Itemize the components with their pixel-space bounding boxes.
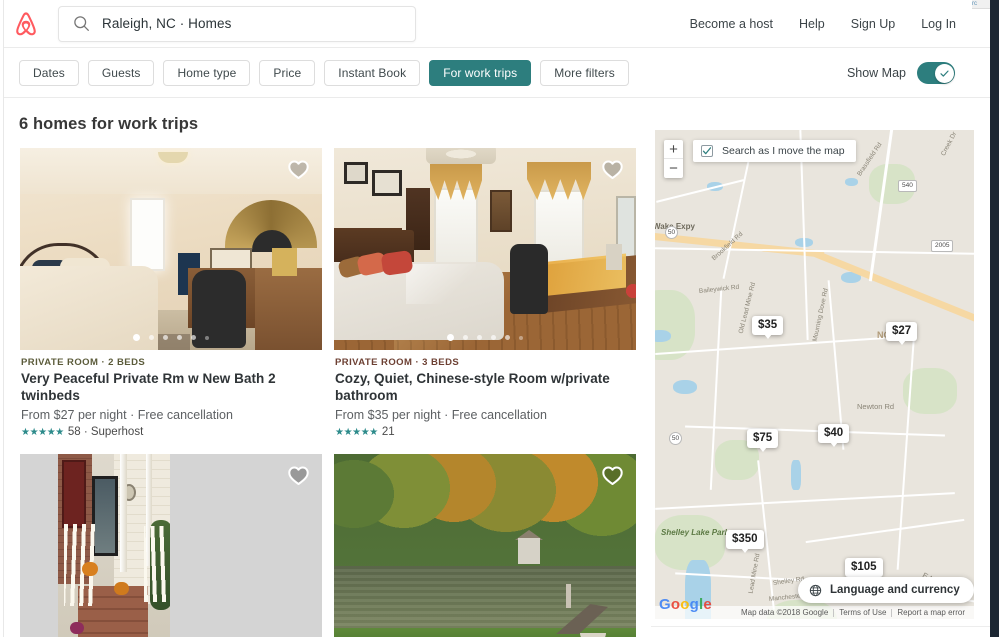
filter-for-work-trips[interactable]: For work trips	[429, 60, 532, 86]
star-rating-icon: ★★★★★	[21, 426, 64, 438]
show-map-toggle[interactable]	[917, 62, 955, 84]
map-price-pin[interactable]: $40	[818, 424, 850, 447]
google-logo: Google	[659, 596, 712, 613]
nav-help[interactable]: Help	[799, 17, 825, 31]
toggle-knob	[934, 63, 954, 83]
listing-card[interactable]: PRIVATE ROOM · 2 BEDS Very Peaceful Priv…	[20, 148, 322, 438]
route-shield: 540	[898, 180, 917, 192]
route-shield: 50	[665, 226, 678, 239]
language-and-currency-button[interactable]: Language and currency	[798, 577, 974, 603]
lake-photo	[334, 454, 636, 637]
search-input[interactable]: Raleigh, NC · Homes	[58, 5, 416, 42]
review-count: 21	[381, 426, 395, 438]
filter-price[interactable]: Price	[259, 60, 316, 86]
search-input-value: Raleigh, NC · Homes	[102, 16, 232, 31]
save-heart-icon[interactable]	[601, 464, 624, 486]
zoom-in-button[interactable]: +	[664, 140, 683, 159]
filter-home-type[interactable]: Home type	[163, 60, 251, 86]
bedroom-photo-2	[334, 148, 636, 350]
listing-card[interactable]	[20, 454, 322, 637]
nav-sign-up[interactable]: Sign Up	[851, 17, 895, 31]
language-and-currency-label: Language and currency	[830, 584, 960, 596]
report-map-error-link[interactable]: Report a map error	[892, 608, 970, 617]
map-price-pin[interactable]: $350	[726, 530, 764, 553]
route-shield: 2005	[931, 240, 954, 252]
map-data-attribution: Map data ©2018 Google	[740, 608, 829, 617]
listing-photo[interactable]	[20, 148, 322, 350]
listing-card[interactable]	[334, 454, 636, 637]
star-rating-icon: ★★★★★	[335, 426, 378, 438]
map-zoom-controls: + −	[664, 140, 683, 178]
map-price-pin[interactable]: $35	[752, 316, 784, 339]
listing-rating: ★★★★★ 58 · Superhost	[21, 426, 320, 438]
listing-details: PRIVATE ROOM · 3 BEDS Cozy, Quiet, Chine…	[334, 350, 636, 438]
photo-carousel-dots[interactable]	[20, 334, 322, 341]
show-map-control: Show Map	[847, 62, 955, 84]
nav-log-in[interactable]: Log In	[921, 17, 956, 31]
header-nav: Become a host Help Sign Up Log In	[690, 17, 956, 31]
listing-grid: PRIVATE ROOM · 2 BEDS Very Peaceful Priv…	[0, 148, 652, 637]
photo-carousel-dots[interactable]	[334, 334, 636, 341]
zoom-out-button[interactable]: −	[664, 159, 683, 178]
filter-instant-book[interactable]: Instant Book	[324, 60, 421, 86]
map-price-pin[interactable]: $105	[845, 558, 883, 581]
airbnb-logo[interactable]	[12, 9, 40, 39]
filter-chips: Dates Guests Home type Price Instant Boo…	[19, 60, 629, 86]
search-as-i-move-label: Search as I move the map	[722, 145, 845, 157]
bedroom-photo-1	[20, 148, 322, 350]
nav-become-a-host[interactable]: Become a host	[690, 17, 773, 31]
listing-details: PRIVATE ROOM · 2 BEDS Very Peaceful Priv…	[20, 350, 322, 438]
save-heart-icon[interactable]	[287, 464, 310, 486]
house-porch-photo	[20, 454, 322, 637]
map-bottom-edge	[651, 626, 990, 637]
filter-more-filters[interactable]: More filters	[540, 60, 629, 86]
right-edge-rail	[990, 0, 999, 637]
browser-edge-chip: rc	[972, 0, 990, 9]
listing-price: From $27 per night · Free cancellation	[21, 408, 233, 422]
listing-kicker: PRIVATE ROOM · 2 BEDS	[21, 357, 146, 368]
search-as-i-move-control[interactable]: Search as I move the map	[693, 140, 856, 162]
listing-price: From $35 per night · Free cancellation	[335, 408, 547, 422]
listings-panel[interactable]: PRIVATE ROOM · 2 BEDS Very Peaceful Priv…	[0, 148, 652, 637]
airbnb-search-page: rc Raleigh, NC · Homes Become a host Hel…	[0, 0, 999, 637]
map-price-pin[interactable]: $75	[747, 429, 779, 452]
listing-kicker: PRIVATE ROOM · 3 BEDS	[335, 357, 460, 368]
review-count: 58 · Superhost	[67, 426, 144, 438]
listing-title[interactable]: Very Peaceful Private Rm w New Bath 2 tw…	[21, 370, 320, 404]
filter-bar: Dates Guests Home type Price Instant Boo…	[0, 49, 990, 98]
page-title: 6 homes for work trips	[19, 114, 199, 133]
results-header: 6 homes for work trips	[0, 99, 648, 149]
route-shield: 50	[669, 432, 682, 445]
terms-of-use-link[interactable]: Terms of Use	[834, 608, 891, 617]
filter-guests[interactable]: Guests	[87, 60, 155, 86]
filter-dates[interactable]: Dates	[19, 60, 79, 86]
listing-photo[interactable]	[334, 148, 636, 350]
save-heart-icon[interactable]	[601, 158, 624, 180]
map-label-park: Shelley Lake Park	[661, 528, 730, 537]
save-heart-icon[interactable]	[287, 158, 310, 180]
listing-photo[interactable]	[334, 454, 636, 637]
map-label: Newton Rd	[857, 402, 895, 411]
listing-card[interactable]: PRIVATE ROOM · 3 BEDS Cozy, Quiet, Chine…	[334, 148, 636, 438]
left-edge-rail	[0, 0, 4, 637]
site-header: Raleigh, NC · Homes Become a host Help S…	[0, 0, 990, 48]
listing-photo[interactable]	[20, 454, 322, 637]
show-map-label: Show Map	[846, 66, 906, 80]
search-as-i-move-checkbox[interactable]	[701, 145, 713, 157]
listing-rating: ★★★★★ 21	[335, 426, 634, 438]
globe-icon	[809, 584, 822, 597]
map-canvas[interactable]: Wake Expy Brookfield Rd Baileywick Rd Br…	[655, 130, 974, 619]
map-price-pin[interactable]: $27	[886, 322, 918, 345]
search-icon	[73, 15, 91, 33]
listing-title[interactable]: Cozy, Quiet, Chinese-style Room w/privat…	[335, 370, 634, 404]
